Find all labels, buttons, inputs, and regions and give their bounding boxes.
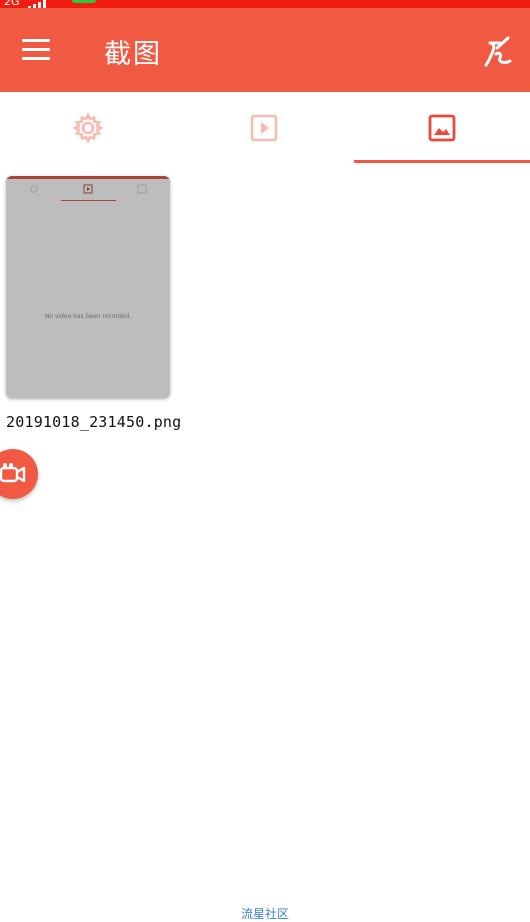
tab-bar (0, 92, 530, 164)
play-icon (250, 114, 278, 142)
record-fab-button[interactable] (0, 449, 38, 499)
tab-video[interactable] (176, 92, 352, 164)
screenshot-thumbnail[interactable]: No video has been recorded. (6, 176, 170, 398)
brush-icon (484, 36, 512, 67)
status-bar: 2G (0, 0, 530, 8)
brush-button[interactable] (480, 34, 516, 70)
image-icon (428, 114, 456, 142)
mini-gear-icon (30, 185, 38, 193)
signal-icon (28, 0, 50, 8)
video-camera-icon (0, 463, 26, 483)
tab-settings[interactable] (0, 92, 176, 164)
footer-watermark: 流星社区 (240, 907, 289, 921)
page-title: 截图 (104, 39, 162, 70)
battery-icon (72, 0, 96, 3)
tab-screenshots[interactable] (354, 92, 530, 164)
mini-image-icon (137, 184, 147, 194)
menu-button[interactable] (20, 36, 52, 64)
tab-indicator (354, 160, 530, 163)
thumbnail-empty-text: No video has been recorded. (44, 313, 132, 320)
mini-play-icon (83, 184, 93, 194)
app-bar: 截图 (0, 8, 530, 92)
screenshot-filename: 20191018_231450.png (6, 413, 182, 431)
network-type: 2G (4, 0, 20, 8)
gear-icon (72, 112, 104, 144)
